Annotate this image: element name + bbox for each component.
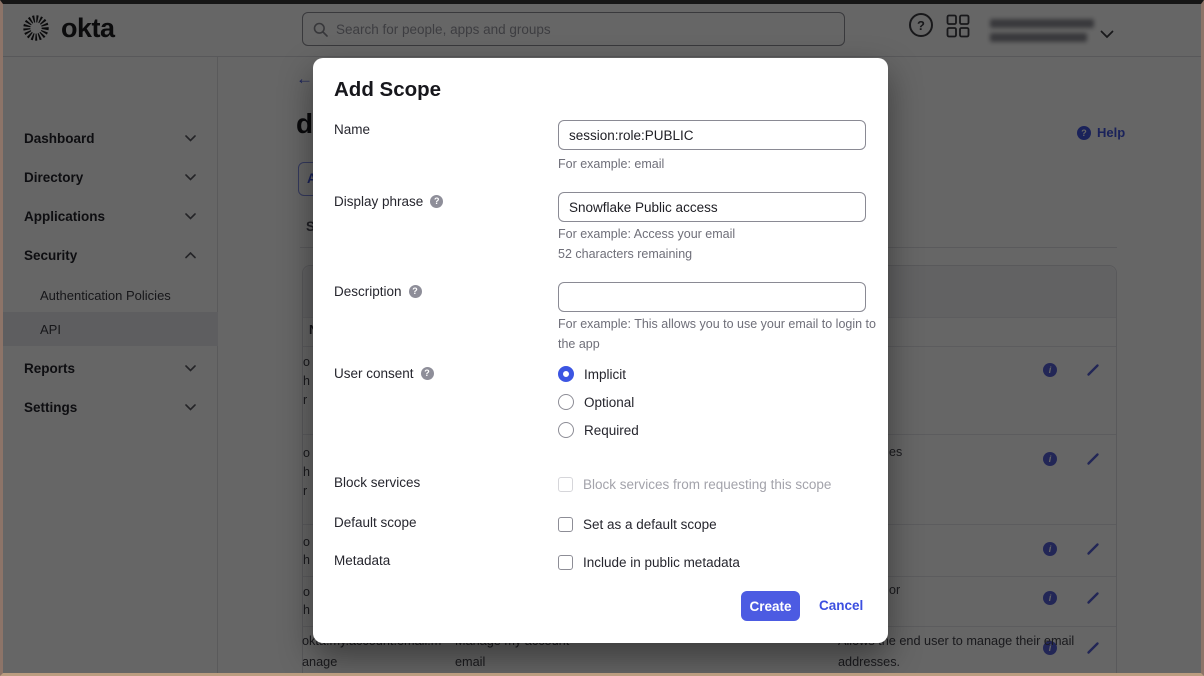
okta-admin-console: okta ? Dashboard [0,0,1204,676]
metadata-checkbox[interactable]: Include in public metadata [558,552,740,572]
default-scope-checkbox[interactable]: Set as a default scope [558,514,717,534]
add-scope-modal: Add Scope Name For example: email Displa… [313,58,888,643]
description-helper: For example: This allows you to use your… [558,314,880,354]
display-phrase-helper: For example: Access your email [558,224,735,244]
checkbox-icon [558,555,573,570]
name-label: Name [334,122,370,137]
radio-optional[interactable]: Optional [558,392,634,412]
metadata-label: Metadata [334,553,390,568]
create-button[interactable]: Create [741,591,800,621]
field-help-icon[interactable]: ? [409,285,422,298]
radio-icon [558,394,574,410]
modal-title: Add Scope [334,78,441,102]
block-services-label: Block services [334,475,420,490]
radio-icon [558,422,574,438]
display-phrase-input[interactable] [558,192,866,222]
field-help-icon[interactable]: ? [430,195,443,208]
field-help-icon[interactable]: ? [421,367,434,380]
name-input[interactable] [558,120,866,150]
description-input[interactable] [558,282,866,312]
name-helper: For example: email [558,154,664,174]
radio-implicit[interactable]: Implicit [558,364,626,384]
description-label: Description ? [334,284,422,299]
user-consent-label: User consent ? [334,366,434,381]
radio-required[interactable]: Required [558,420,639,440]
checkbox-disabled-icon [558,477,573,492]
block-services-checkbox: Block services from requesting this scop… [558,474,831,494]
characters-remaining: 52 characters remaining [558,244,692,264]
cancel-button[interactable]: Cancel [819,598,863,613]
radio-selected-icon [558,366,574,382]
default-scope-label: Default scope [334,515,417,530]
checkbox-icon [558,517,573,532]
display-phrase-label: Display phrase ? [334,194,443,209]
